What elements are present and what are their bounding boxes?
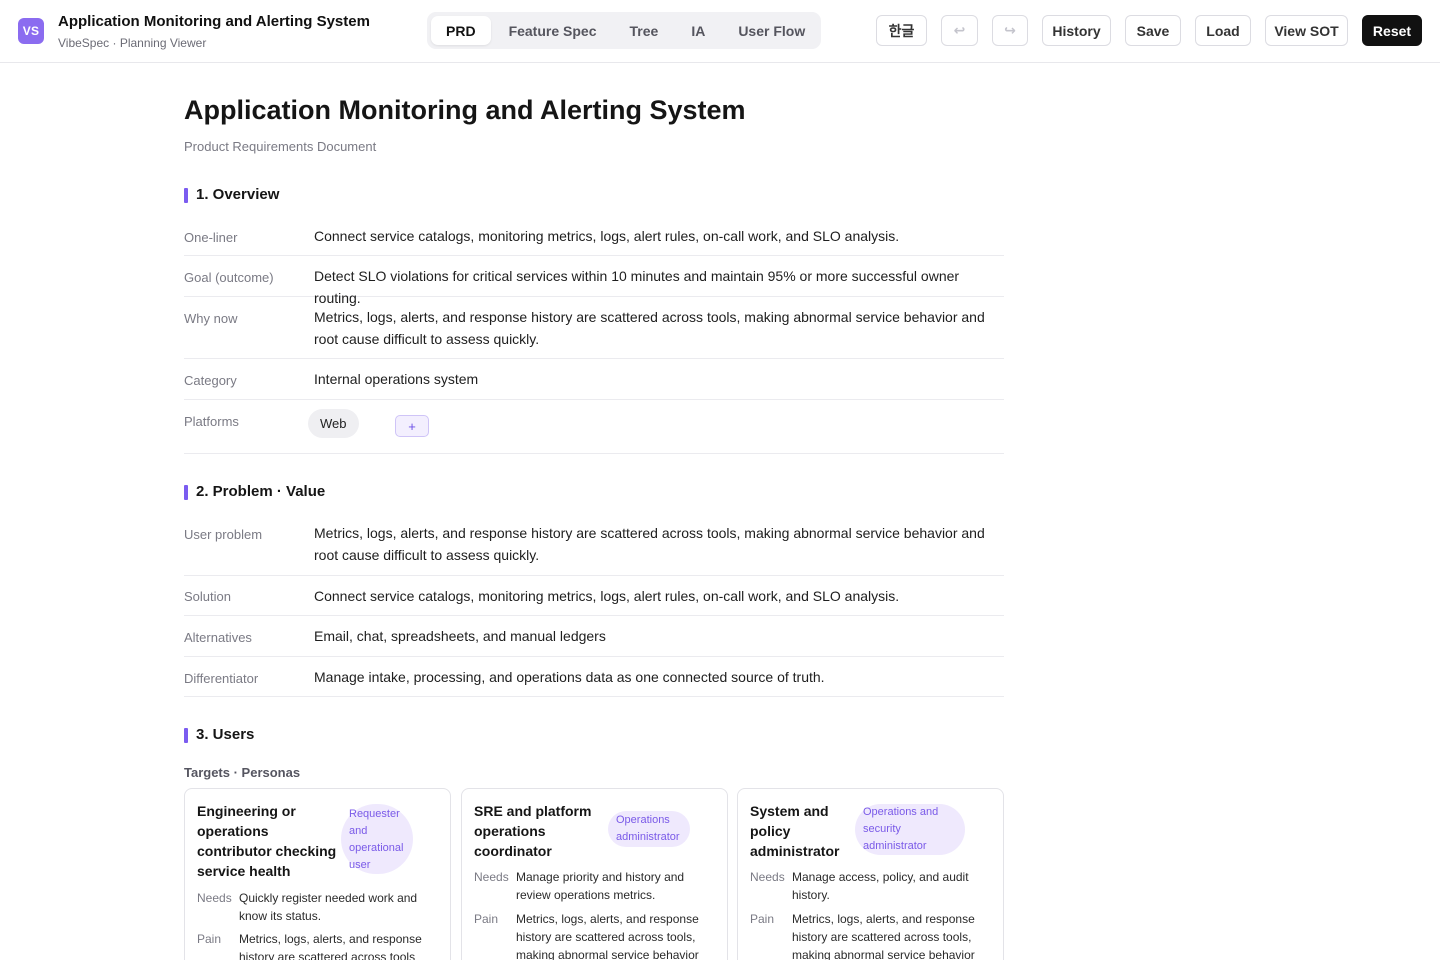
persona-title: Engineering or operations contributor ch… bbox=[197, 803, 337, 879]
pain-label: Pain bbox=[197, 932, 222, 946]
persona-needs: Needs Manage priority and history and re… bbox=[474, 868, 719, 904]
add-platform-button[interactable]: + bbox=[395, 415, 429, 437]
field-value[interactable]: Manage intake, processing, and operation… bbox=[314, 666, 994, 688]
undo-button[interactable]: ↩ bbox=[941, 15, 978, 46]
needs-label: Needs bbox=[197, 891, 232, 905]
view-tabs: PRD Feature Spec Tree IA User Flow bbox=[427, 12, 821, 49]
tab-feature-spec[interactable]: Feature Spec bbox=[494, 16, 612, 45]
persona-needs: Needs Manage access, policy, and audit h… bbox=[750, 868, 995, 904]
problem-row-solution: Solution Connect service catalogs, monit… bbox=[184, 576, 1004, 616]
persona-card[interactable]: SRE and platform operations coordinator … bbox=[461, 788, 728, 960]
pain-label: Pain bbox=[474, 912, 499, 926]
section-heading-problem-value: 2. Problem · Value bbox=[184, 483, 325, 500]
field-value[interactable]: Internal operations system bbox=[314, 368, 994, 390]
field-label: One-liner bbox=[184, 230, 238, 245]
save-button[interactable]: Save bbox=[1125, 15, 1181, 46]
persona-role-badge: Requester and operational user bbox=[341, 804, 413, 874]
overview-row-category: Category Internal operations system bbox=[184, 359, 1004, 400]
tab-prd[interactable]: PRD bbox=[431, 16, 491, 45]
tab-ia[interactable]: IA bbox=[676, 16, 720, 45]
field-value[interactable]: Connect service catalogs, monitoring met… bbox=[314, 585, 994, 607]
problem-row-differentiator: Differentiator Manage intake, processing… bbox=[184, 657, 1004, 697]
language-toggle-button[interactable]: 한글 bbox=[876, 15, 927, 46]
redo-icon: ↪ bbox=[1004, 22, 1016, 38]
tab-tree[interactable]: Tree bbox=[615, 16, 674, 45]
view-sot-button[interactable]: View SOT bbox=[1265, 15, 1348, 46]
needs-label: Needs bbox=[474, 870, 509, 884]
persona-pain: Pain Metrics, logs, alerts, and response… bbox=[750, 910, 995, 960]
field-label: Why now bbox=[184, 311, 238, 326]
persona-pain: Pain Metrics, logs, alerts, and response… bbox=[197, 930, 442, 960]
pain-value: Metrics, logs, alerts, and response hist… bbox=[792, 912, 975, 960]
needs-label: Needs bbox=[750, 870, 785, 884]
pain-value: Metrics, logs, alerts, and response hist… bbox=[516, 912, 699, 960]
persona-role-badge: Operations and security administrator bbox=[855, 804, 965, 855]
top-bar: VS Application Monitoring and Alerting S… bbox=[0, 0, 1440, 63]
persona-title: SRE and platform operations coordinator bbox=[474, 803, 592, 859]
overview-row-one-liner: One-liner Connect service catalogs, moni… bbox=[184, 218, 1004, 256]
overview-row-platforms: Platforms Web + bbox=[184, 400, 1004, 454]
load-button[interactable]: Load bbox=[1195, 15, 1251, 46]
field-value[interactable]: Metrics, logs, alerts, and response hist… bbox=[314, 306, 994, 350]
problem-row-user-problem: User problem Metrics, logs, alerts, and … bbox=[184, 514, 1004, 576]
app-subtitle: VibeSpec · Planning Viewer bbox=[58, 36, 207, 50]
persona-card[interactable]: System and policy administrator Operatio… bbox=[737, 788, 1004, 960]
field-label: Platforms bbox=[184, 414, 239, 429]
persona-role-badge: Operations administrator bbox=[608, 811, 690, 847]
app-title: Application Monitoring and Alerting Syst… bbox=[58, 13, 370, 30]
needs-value: Manage priority and history and review o… bbox=[516, 870, 685, 902]
field-label: Solution bbox=[184, 589, 231, 604]
document-title: Application Monitoring and Alerting Syst… bbox=[184, 95, 746, 125]
undo-icon: ↩ bbox=[953, 22, 966, 38]
persona-pain: Pain Metrics, logs, alerts, and response… bbox=[474, 910, 719, 960]
section-heading-overview: 1. Overview bbox=[184, 186, 279, 203]
overview-row-why-now: Why now Metrics, logs, alerts, and respo… bbox=[184, 297, 1004, 359]
pain-label: Pain bbox=[750, 912, 775, 926]
field-label: Goal (outcome) bbox=[184, 270, 274, 285]
overview-row-goal: Goal (outcome) Detect SLO violations for… bbox=[184, 256, 1004, 306]
platform-chip-web[interactable]: Web bbox=[308, 409, 359, 438]
redo-button[interactable]: ↪ bbox=[992, 15, 1028, 46]
personas-subheading: Targets · Personas bbox=[184, 765, 301, 780]
field-label: Category bbox=[184, 373, 237, 388]
persona-card[interactable]: Engineering or operations contributor ch… bbox=[184, 788, 451, 960]
problem-row-alternatives: Alternatives Email, chat, spreadsheets, … bbox=[184, 616, 1004, 657]
tab-user-flow[interactable]: User Flow bbox=[723, 16, 820, 45]
app-logo-icon: VS bbox=[18, 18, 44, 44]
needs-value: Manage access, policy, and audit history… bbox=[792, 870, 969, 902]
field-label: Differentiator bbox=[184, 671, 259, 686]
field-label: User problem bbox=[184, 527, 263, 542]
persona-title: System and policy administrator bbox=[750, 803, 840, 859]
document-subtitle: Product Requirements Document bbox=[184, 139, 377, 154]
persona-needs: Needs Quickly register needed work and k… bbox=[197, 889, 442, 925]
pain-value: Metrics, logs, alerts, and response hist… bbox=[239, 932, 422, 960]
field-label: Alternatives bbox=[184, 630, 252, 645]
history-button[interactable]: History bbox=[1042, 15, 1111, 46]
field-value[interactable]: Email, chat, spreadsheets, and manual le… bbox=[314, 625, 994, 647]
section-heading-users: 3. Users bbox=[184, 726, 254, 743]
reset-button[interactable]: Reset bbox=[1362, 15, 1422, 46]
needs-value: Quickly register needed work and know it… bbox=[239, 891, 418, 923]
field-value[interactable]: Connect service catalogs, monitoring met… bbox=[314, 225, 994, 247]
field-value[interactable]: Metrics, logs, alerts, and response hist… bbox=[314, 522, 994, 566]
